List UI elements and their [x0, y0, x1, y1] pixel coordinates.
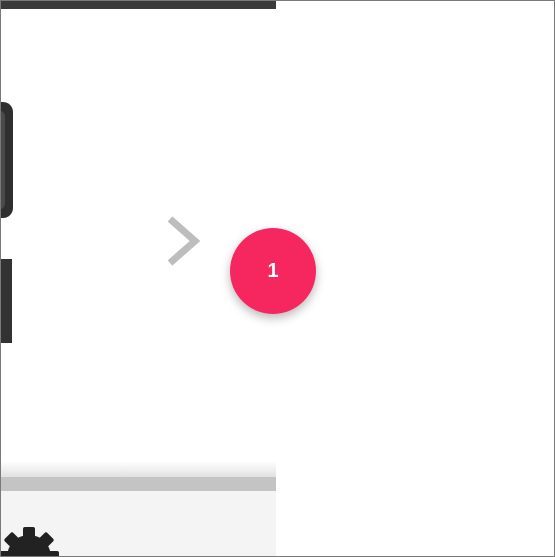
device-frame-edge-lower [1, 259, 12, 343]
step-number-badge[interactable]: 1 [230, 228, 316, 314]
blank-canvas [276, 1, 554, 556]
step-number: 1 [267, 259, 279, 282]
section-divider-shadow [1, 461, 276, 477]
device-frame-edge-inner [1, 110, 5, 210]
chevron-right-icon[interactable] [161, 213, 203, 269]
section-divider [1, 477, 276, 491]
top-bar [1, 1, 276, 9]
gear-icon[interactable] [1, 521, 77, 556]
screenshot-frame: 1 [0, 0, 555, 557]
